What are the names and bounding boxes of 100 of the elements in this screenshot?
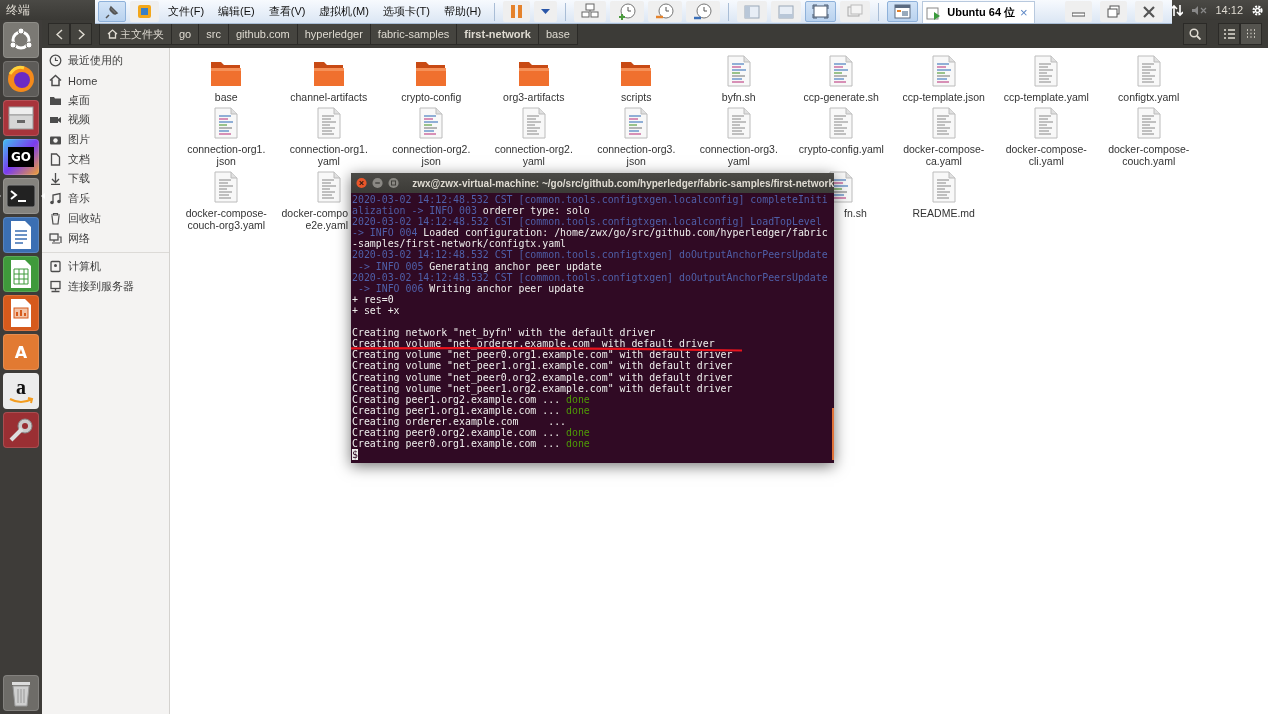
document-icon — [213, 171, 240, 203]
launcher-button[interactable]: GO — [3, 139, 39, 175]
trash-icon — [49, 211, 62, 225]
file-name: channel-artifacts — [290, 91, 368, 103]
file-name: connection-org2. yaml — [494, 143, 573, 167]
toolbar-button[interactable] — [610, 1, 645, 22]
sidebar-item[interactable]: 文档 — [42, 149, 169, 170]
server-icon — [49, 279, 62, 293]
close-icon[interactable] — [356, 177, 368, 189]
toolbar-button[interactable] — [887, 1, 919, 22]
sidebar-item[interactable]: 视频 — [42, 110, 169, 130]
wrench-icon — [7, 416, 35, 444]
clock-icon — [693, 2, 714, 21]
app-logo-icon — [137, 4, 152, 19]
menu-item[interactable]: 虚拟机(M) — [314, 4, 374, 19]
terminal-line: Creating peer1.org1.example.com ... done — [352, 404, 590, 416]
sidebar-item[interactable]: 回收站 — [42, 208, 169, 229]
folder-icon — [620, 59, 653, 87]
terminal-line: 2020-03-02 14:12:48.532 CST [common.tools.configtxgen] doOutputAnchorPeersUpdate — [352, 271, 828, 283]
pause-icon — [510, 4, 524, 19]
terminal-line: + res=0 — [352, 293, 394, 305]
toolbar-button[interactable] — [648, 1, 683, 22]
smile-arrow-icon — [8, 397, 34, 405]
document-icon — [828, 55, 855, 87]
breadcrumb[interactable]: first-network — [457, 23, 539, 45]
back-button[interactable] — [48, 23, 70, 45]
sidebar-item[interactable]: 连接到服务器 — [42, 276, 169, 297]
file-name: fn.sh — [844, 207, 867, 219]
sidebar-item[interactable]: 计算机 — [42, 256, 169, 277]
sidebar-item[interactable]: Home — [42, 70, 169, 91]
folder-icon — [312, 59, 345, 87]
terminal-line: 2020-03-02 14:12:48.532 CST [common.tools.configtxgen.localconfig] LoadTopLevel — [352, 216, 822, 228]
sidebar-item[interactable]: 图片 — [42, 129, 169, 150]
launcher-button[interactable]: a — [3, 373, 39, 409]
document-icon — [9, 220, 33, 250]
toolbar-button[interactable] — [805, 1, 837, 22]
toolbar-button[interactable] — [534, 1, 558, 22]
sidebar-item[interactable]: 网络 — [42, 228, 169, 248]
window-icon — [847, 4, 864, 19]
menu-item[interactable]: 选项卡(T) — [377, 4, 435, 19]
drawer-icon — [7, 105, 35, 131]
presentation-icon — [9, 298, 33, 328]
menu-item[interactable]: 帮助(H) — [438, 4, 487, 19]
toolbar-button[interactable] — [686, 1, 721, 22]
file-name: base — [214, 91, 238, 103]
breadcrumb[interactable]: go — [172, 23, 200, 45]
file-name: ccp-generate.sh — [803, 91, 879, 103]
terminal-line: Creating network "net_byfn" with the default driver — [352, 327, 656, 339]
terminal-line: -> INFO 006 Writing anchor peer update — [356, 282, 584, 294]
file-name: docker-compose- couch-org3.yaml — [185, 207, 267, 231]
document-icon — [315, 107, 342, 139]
document-icon — [828, 107, 855, 139]
file-name: docker-compose- couch.yaml — [1108, 143, 1190, 167]
sidebar-item[interactable]: 最近使用的 — [42, 51, 169, 71]
tab-close-button[interactable]: × — [1020, 5, 1028, 20]
view-toggle-button[interactable] — [1240, 23, 1262, 45]
minimize-icon[interactable] — [372, 177, 384, 189]
document-icon — [1033, 55, 1060, 87]
pin-icon — [105, 4, 119, 19]
sidebar-item[interactable]: 音乐 — [42, 188, 169, 209]
document-icon — [725, 107, 752, 139]
terminal-line: -> INFO 004 Loaded configuration: /home/zwx/go/src/github.com/hyperledger/fabric — [352, 227, 828, 239]
computer-icon — [49, 231, 62, 245]
file-name: docker-compo e2e.yaml — [281, 207, 348, 231]
document-icon — [315, 171, 342, 203]
folder-icon — [210, 59, 243, 87]
forward-button[interactable] — [70, 23, 92, 45]
file-name: ccp-template.json — [902, 91, 985, 103]
search-button[interactable] — [1183, 23, 1207, 45]
search-icon — [1189, 28, 1201, 40]
terminal-line: 2020-03-02 14:12:48.532 CST [common.tools.configtxgen.localconfig] completeIniti — [352, 194, 828, 205]
view-toggle-button[interactable] — [1218, 23, 1240, 45]
menu-item[interactable]: 文件(F) — [163, 4, 210, 19]
terminal-line: Creating volume "net_peer1.org1.example.com" with default driver — [352, 360, 733, 372]
file-name: connection-org3. yaml — [699, 143, 778, 167]
maximize-icon[interactable] — [388, 177, 400, 189]
close-icon — [1142, 5, 1156, 18]
vm-tab[interactable]: Ubuntu 64 位 × — [922, 1, 1035, 23]
app-title: 终端 — [5, 1, 30, 19]
network-icon — [581, 2, 600, 21]
file-name: crypto-config — [401, 91, 462, 103]
document-icon — [725, 55, 752, 87]
toolbar-button[interactable] — [130, 1, 159, 22]
music-note-icon — [49, 192, 62, 206]
sidebar-item[interactable]: 下载 — [42, 169, 169, 189]
toolbar-button[interactable] — [98, 1, 126, 22]
clock: 14:12 — [1215, 4, 1243, 16]
window-button[interactable] — [1135, 1, 1163, 22]
file-name: docker-compose- ca.yaml — [903, 143, 985, 167]
sidebar-item[interactable]: 桌面 — [42, 90, 169, 111]
terminal-line: alization -> INFO 003 orderer type: solo — [352, 205, 590, 217]
tab-label: Ubuntu 64 位 — [947, 5, 1016, 20]
menu-item[interactable]: 编辑(E) — [213, 4, 260, 19]
chevron-right-icon — [77, 28, 85, 40]
terminal-line: + set +x — [352, 304, 400, 316]
page-icon — [49, 152, 62, 166]
breadcrumb[interactable]: 主文件夹 — [99, 23, 172, 45]
toolbar-button[interactable] — [574, 1, 607, 22]
menu-item[interactable]: 查看(V) — [263, 4, 311, 19]
breadcrumb[interactable]: src — [199, 23, 229, 45]
